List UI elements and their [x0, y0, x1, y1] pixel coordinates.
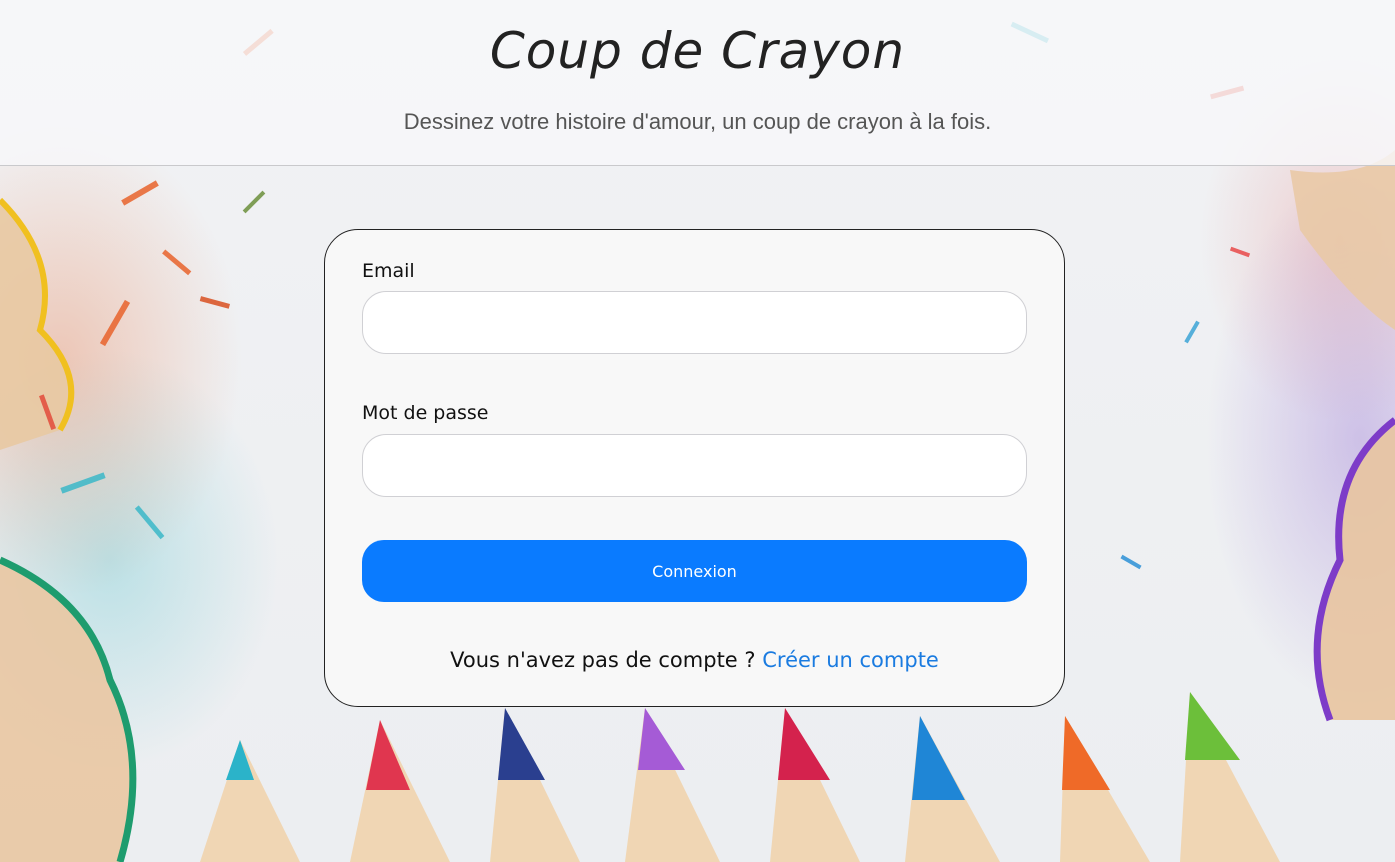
email-field[interactable]: [362, 291, 1027, 354]
no-account-text: Vous n'avez pas de compte ?: [450, 648, 756, 672]
create-account-link[interactable]: Créer un compte: [762, 648, 939, 672]
signup-prompt: Vous n'avez pas de compte ? Créer un com…: [325, 648, 1064, 672]
site-tagline: Dessinez votre histoire d'amour, un coup…: [403, 109, 992, 134]
login-button[interactable]: Connexion: [362, 540, 1027, 602]
site-header: Coup de Crayon Dessinez votre histoire d…: [0, 0, 1395, 166]
password-field[interactable]: [362, 434, 1027, 497]
login-card: Email Mot de passe Connexion Vous n'avez…: [324, 229, 1065, 707]
site-title: Coup de Crayon: [489, 22, 906, 80]
email-label: Email: [362, 260, 415, 282]
password-label: Mot de passe: [362, 402, 489, 424]
